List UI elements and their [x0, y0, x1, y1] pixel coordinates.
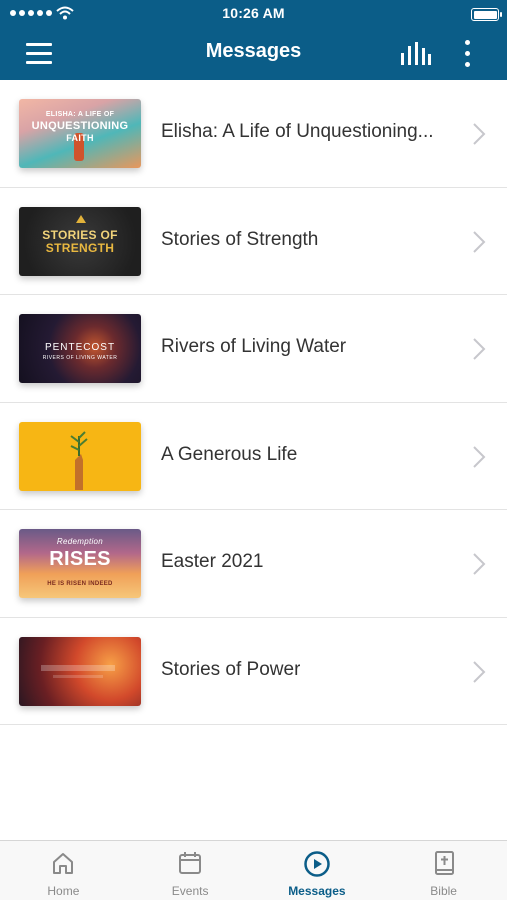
chevron-right-icon: [473, 553, 486, 575]
thumbnail-text: FAITH: [66, 133, 94, 143]
more-options-button[interactable]: [458, 38, 478, 70]
thumbnail-text: UNQUESTIONING: [31, 120, 129, 132]
chevron-right-icon: [473, 660, 486, 683]
message-title: Stories of Power: [161, 658, 301, 680]
message-row[interactable]: Stories of Power: [0, 617, 507, 725]
bible-icon: [434, 851, 454, 875]
tab-label: Messages: [288, 884, 346, 898]
thumbnail-text: ELISHA: A LIFE OF: [45, 111, 115, 118]
series-thumbnail: STORIES OF STRENGTH: [19, 206, 141, 276]
tab-messages[interactable]: Messages: [254, 841, 381, 900]
thumbnail-text: PENTECOST: [44, 342, 116, 353]
chevron-right-icon: [473, 230, 486, 253]
thumbnail-text: STRENGTH: [45, 240, 115, 255]
thumbnail-text: RIVERS OF LIVING WATER: [42, 355, 118, 361]
more-vertical-icon: [465, 40, 470, 45]
thumbnail-text: STORIES OF: [42, 227, 118, 242]
series-thumbnail: PENTECOST RIVERS OF LIVING WATER: [19, 314, 141, 383]
chevron-right-icon: [473, 338, 486, 360]
series-thumbnail: [19, 636, 141, 706]
top-bar: 10:26 AM Messages: [0, 0, 507, 80]
plant-illustration: [70, 430, 88, 490]
play-circle-icon: [304, 851, 330, 877]
tab-bar: Home Events Messages Bible: [0, 840, 507, 900]
thumbnail-text: Redemption: [56, 537, 104, 546]
tab-home[interactable]: Home: [0, 841, 127, 900]
chevron-right-icon: [473, 445, 486, 468]
message-title: Elisha: A Life of Unquestioning...: [161, 121, 434, 142]
message-row[interactable]: A Generous Life: [0, 402, 507, 510]
more-vertical-icon-dot: [465, 62, 470, 67]
tab-events[interactable]: Events: [127, 841, 254, 900]
status-bar: 10:26 AM: [0, 0, 507, 28]
series-thumbnail: Redemption RISES HE IS RISEN INDEED: [19, 529, 141, 598]
chevron-right-icon: [473, 123, 486, 145]
message-list: ELISHA: A LIFE OF UNQUESTIONING FAITH El…: [0, 80, 507, 725]
series-thumbnail: ELISHA: A LIFE OF UNQUESTIONING FAITH: [19, 99, 141, 168]
battery-icon: [471, 8, 502, 21]
more-vertical-icon-dot: [465, 51, 470, 56]
message-title: Rivers of Living Water: [161, 336, 347, 357]
audio-button[interactable]: [398, 40, 432, 68]
nav-bar: Messages: [0, 28, 507, 80]
tab-label: Bible: [430, 884, 457, 898]
audio-bars-icon: [401, 42, 431, 65]
message-row[interactable]: PENTECOST RIVERS OF LIVING WATER Rivers …: [0, 295, 507, 403]
tab-label: Home: [47, 884, 80, 898]
calendar-icon: [179, 852, 202, 874]
message-row[interactable]: STORIES OF STRENGTH Stories of Strength: [0, 187, 507, 295]
thumbnail-text: HE IS RISEN INDEED: [47, 581, 113, 587]
message-title: Stories of Strength: [161, 228, 319, 250]
message-row[interactable]: Redemption RISES HE IS RISEN INDEED East…: [0, 510, 507, 618]
tab-bible[interactable]: Bible: [380, 841, 507, 900]
status-time: 10:26 AM: [222, 5, 285, 21]
message-title: A Generous Life: [161, 443, 298, 465]
message-title: Easter 2021: [161, 551, 264, 572]
home-icon: [53, 853, 74, 874]
tab-label: Events: [171, 884, 209, 898]
thumbnail-text: RISES: [49, 548, 111, 570]
series-thumbnail: [19, 421, 141, 491]
message-row[interactable]: ELISHA: A LIFE OF UNQUESTIONING FAITH El…: [0, 80, 507, 188]
